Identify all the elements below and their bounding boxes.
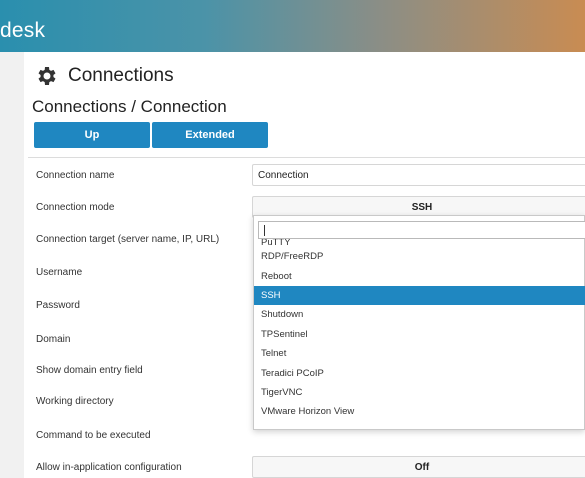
dropdown-option[interactable]: TPSentinel: [254, 325, 585, 344]
app-banner: desk: [0, 0, 585, 52]
allow-config-toggle[interactable]: Off: [252, 456, 585, 478]
dropdown-option[interactable]: VMware Horizon View: [254, 402, 585, 421]
left-gutter: [0, 52, 24, 478]
password-label: Password: [36, 300, 80, 311]
working-directory-label: Working directory: [36, 396, 114, 407]
dropdown-option[interactable]: Shutdown: [254, 305, 585, 324]
page-title: Connections: [68, 65, 174, 86]
domain-label: Domain: [36, 334, 71, 345]
connection-mode-label: Connection mode: [36, 202, 115, 213]
dropdown-option[interactable]: Teradici PCoIP: [254, 363, 585, 382]
connection-name-label: Connection name: [36, 170, 115, 181]
show-domain-label: Show domain entry field: [36, 365, 143, 376]
connection-target-label: Connection target (server name, IP, URL): [36, 234, 220, 245]
dropdown-option[interactable]: RDP/FreeRDP: [254, 247, 585, 266]
dropdown-list[interactable]: PuTTY RDP/FreeRDP Reboot SSH Shutdown TP…: [254, 239, 585, 429]
dropdown-option-selected[interactable]: SSH: [254, 285, 585, 306]
dropdown-option[interactable]: TigerVNC: [254, 383, 585, 402]
page-header: Connections: [34, 64, 174, 88]
dropdown-option[interactable]: Reboot: [254, 266, 585, 285]
allow-config-label: Allow in-application configuration: [36, 462, 182, 473]
dropdown-option[interactable]: PuTTY: [254, 239, 585, 247]
up-button[interactable]: Up: [34, 122, 150, 148]
username-label: Username: [36, 267, 83, 278]
dropdown-option[interactable]: Telnet: [254, 344, 585, 363]
command-label: Command to be executed: [36, 430, 151, 441]
text-caret: [264, 225, 265, 236]
dropdown-search-input[interactable]: [258, 221, 585, 239]
connection-name-input[interactable]: Connection: [252, 164, 585, 186]
divider: [28, 157, 585, 158]
extended-button[interactable]: Extended: [152, 122, 268, 148]
brand-name: desk: [0, 19, 46, 42]
gear-icon: [38, 67, 56, 85]
page-subtitle: Connections / Connection: [32, 97, 227, 116]
connection-mode-dropdown: PuTTY RDP/FreeRDP Reboot SSH Shutdown TP…: [253, 215, 585, 430]
